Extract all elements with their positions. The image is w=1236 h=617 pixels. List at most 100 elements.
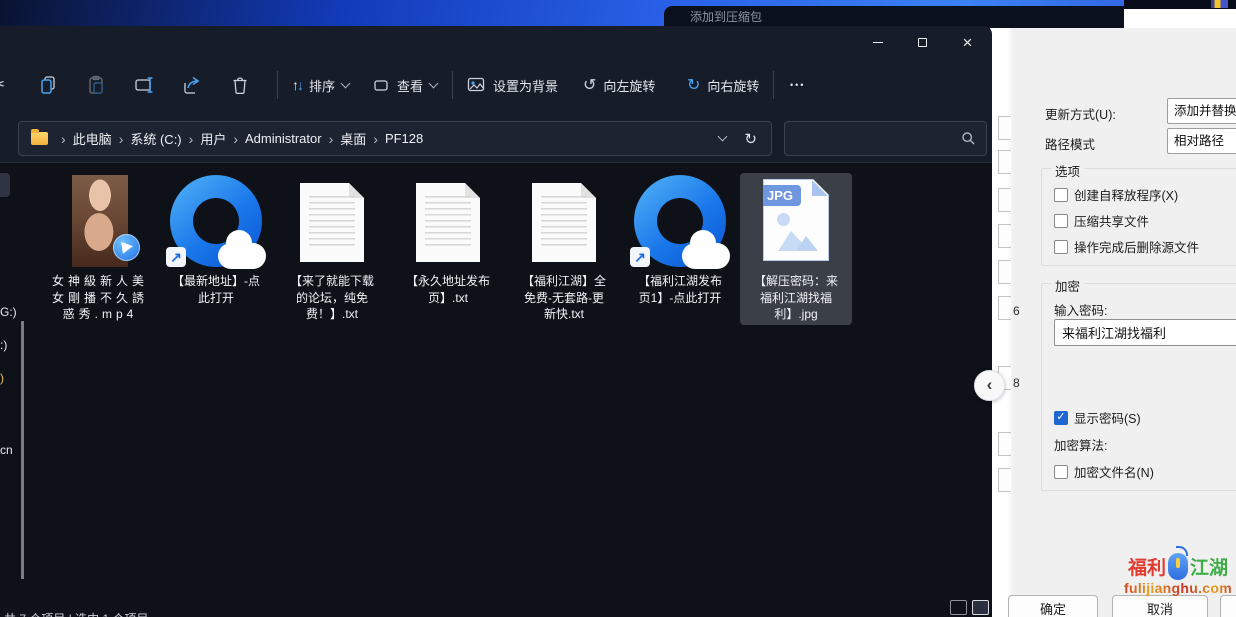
breadcrumb-users[interactable]: 用户	[200, 129, 226, 148]
file-item-video[interactable]: 女神級新人美 女剛播不久誘 惑秀.mp4	[44, 173, 156, 325]
archive-dialog-titlebar[interactable]: 添加到压缩包	[664, 6, 1126, 28]
rotate-right-icon: ↻	[687, 75, 700, 95]
watermark-logo: 福利 江湖 fulijianghu.com	[1118, 553, 1236, 596]
file-name: 【解压密码：来 福利江湖找福 利】.jpg	[740, 273, 852, 323]
archive-dialog: 6 8 更新方式(U): 添加并替换文 路径模式 相对路径 选项 创建自释放程序…	[990, 28, 1236, 617]
password-label: 输入密码:	[1054, 300, 1107, 319]
share-icon	[182, 75, 202, 95]
ok-button[interactable]: 确定	[1008, 595, 1098, 617]
hidden-control-fragment	[998, 296, 1011, 320]
share-button[interactable]	[182, 60, 202, 110]
navpane-item-fragment[interactable]: G:)	[0, 305, 17, 319]
image-mountain-icon	[796, 236, 818, 251]
rotate-right-button[interactable]: ↻ 向右旋转	[687, 60, 759, 110]
rotate-left-button[interactable]: ↺ 向左旋转	[583, 60, 655, 110]
checkbox-label: 加密文件名(N)	[1074, 462, 1154, 481]
file-name: 【福利江湖发布 页1】-点此打开	[624, 273, 736, 306]
screen: 添加到压缩包 6 8 更新方式(U): 添加并替换文 路径模式 相对路径 选项	[0, 0, 1236, 617]
watermark-part1: 福利	[1128, 553, 1166, 580]
command-bar: ✂ ↑↓ 排序 查看	[0, 60, 992, 110]
file-item-txt[interactable]: 【来了就能下载 的论坛，纯免 费！】.txt	[276, 173, 388, 325]
breadcrumb-separator: ›	[366, 131, 385, 147]
navpane-item-fragment[interactable]: cn	[0, 443, 13, 457]
rotate-left-icon: ↺	[583, 75, 596, 95]
rotate-left-label: 向左旋转	[603, 76, 655, 95]
cancel-button[interactable]: 取消	[1112, 595, 1208, 617]
update-mode-value: 添加并替换文	[1174, 104, 1236, 118]
cut-icon: ✂	[0, 75, 5, 95]
more-options-button[interactable]: •••	[790, 60, 805, 110]
breadcrumb-separator: ›	[322, 131, 341, 147]
paste-button[interactable]	[86, 60, 106, 110]
check-icon: ✓	[1056, 412, 1065, 423]
view-label: 查看	[397, 76, 423, 95]
update-mode-dropdown[interactable]: 添加并替换文	[1167, 98, 1236, 124]
status-view-list-button[interactable]	[950, 600, 967, 615]
refresh-icon[interactable]: ↻	[744, 130, 757, 148]
minimize-button[interactable]	[855, 28, 900, 57]
file-item-shortcut[interactable]: ↗ 【福利江湖发布 页1】-点此打开	[624, 173, 736, 325]
breadcrumb-drive-c[interactable]: 系统 (C:)	[130, 129, 181, 148]
copy-icon	[38, 75, 58, 95]
navpane-scrollbar[interactable]	[21, 321, 24, 579]
delete-button[interactable]	[230, 60, 250, 110]
maximize-button[interactable]	[900, 28, 945, 57]
breadcrumb-this-pc[interactable]: 此电脑	[73, 129, 112, 148]
qq-browser-icon: ↗	[634, 175, 726, 267]
breadcrumb-separator: ›	[226, 131, 245, 147]
view-button[interactable]: 查看	[372, 60, 437, 110]
checkbox-delete-source[interactable]	[1054, 240, 1068, 254]
watermark-domain: fulijianghu.com	[1118, 580, 1236, 596]
file-explorer-window: × ✂ ↑↓ 排序	[0, 26, 992, 617]
desktop-icon-fragment	[1211, 0, 1228, 8]
checkbox-compress-shared[interactable]	[1054, 214, 1068, 228]
navpane-item-fragment[interactable]: :)	[0, 338, 7, 352]
rename-button[interactable]	[134, 60, 156, 110]
set-background-button[interactable]: 设置为背景	[466, 60, 558, 110]
chevron-down-icon	[341, 78, 351, 88]
file-item-txt[interactable]: 【福利江湖】全 免费-无套路-更 新快.txt	[508, 173, 620, 325]
sort-button[interactable]: ↑↓ 排序	[292, 60, 349, 110]
help-button-fragment[interactable]	[1220, 595, 1236, 617]
set-background-label: 设置为背景	[493, 76, 558, 95]
password-input[interactable]	[1054, 319, 1236, 346]
checkbox-show-password[interactable]: ✓	[1054, 411, 1068, 425]
path-mode-label: 路径模式	[1045, 134, 1095, 153]
navpane-selection-fragment	[0, 173, 10, 197]
ok-button-label: 确定	[1040, 602, 1066, 617]
more-icon: •••	[790, 80, 805, 90]
checkbox-label: 创建自释放程序(X)	[1074, 185, 1178, 204]
hidden-control-fragment	[998, 260, 1011, 284]
play-badge-icon	[113, 234, 140, 261]
file-item-txt[interactable]: 【永久地址发布 页】.txt	[392, 173, 504, 325]
status-bar-text: 共 7 个项目 | 选中 1 个项目	[4, 610, 148, 617]
paste-icon	[86, 75, 106, 95]
copy-button[interactable]	[38, 60, 58, 110]
watermark-part2: 江湖	[1190, 553, 1228, 580]
cut-button[interactable]: ✂	[0, 60, 5, 110]
file-name: 女神級新人美 女剛播不久誘 惑秀.mp4	[44, 273, 156, 323]
address-dropdown-icon[interactable]	[718, 132, 728, 142]
options-group-title: 选项	[1051, 161, 1084, 180]
checkbox-encrypt-filenames[interactable]	[1054, 465, 1068, 479]
file-item-jpg-selected[interactable]: JPG 【解压密码：来 福利江湖找福 利】.jpg	[740, 173, 852, 325]
breadcrumb-administrator[interactable]: Administrator	[245, 131, 322, 146]
status-view-thumbnail-button[interactable]	[972, 600, 989, 615]
rotate-right-label: 向右旋转	[707, 76, 759, 95]
breadcrumb-desktop[interactable]: 桌面	[340, 129, 366, 148]
chevron-left-icon: ‹	[987, 375, 993, 394]
cloud-icon	[218, 243, 266, 269]
checkbox-create-sfx[interactable]	[1054, 188, 1068, 202]
close-icon: ×	[963, 33, 973, 53]
address-bar[interactable]: › 此电脑 › 系统 (C:) › 用户 › Administrator › 桌…	[18, 121, 772, 156]
file-item-shortcut[interactable]: ↗ 【最新地址】-点 此打开	[160, 173, 272, 325]
breadcrumb-pf128[interactable]: PF128	[385, 131, 423, 146]
collapse-handle[interactable]: ‹	[974, 370, 1005, 401]
close-button[interactable]: ×	[945, 28, 990, 57]
navpane-item-fragment[interactable]: )	[0, 371, 4, 385]
search-input[interactable]	[784, 121, 987, 156]
toolbar-separator	[773, 71, 774, 99]
hidden-control-fragment	[998, 224, 1011, 248]
rename-icon	[134, 75, 156, 95]
path-mode-dropdown[interactable]: 相对路径	[1167, 128, 1236, 154]
